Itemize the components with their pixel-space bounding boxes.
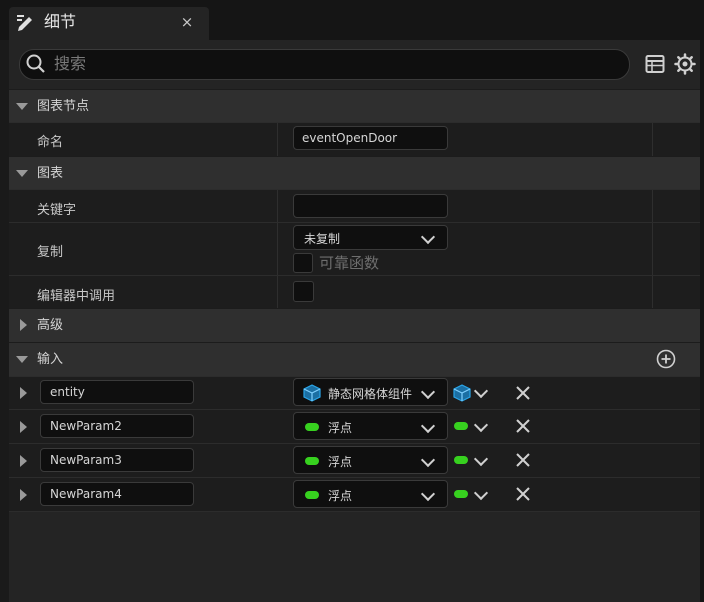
float-pill-icon: [305, 457, 319, 465]
chevron-down-icon: [420, 452, 436, 468]
chevron-down-icon: [420, 486, 436, 502]
input-name-field[interactable]: NewParam2: [40, 414, 194, 438]
collapse-arrow-icon: [16, 356, 28, 363]
input-name: NewParam2: [50, 419, 122, 433]
chevron-down-icon: [420, 229, 436, 245]
expand-arrow-icon[interactable]: [20, 387, 27, 399]
container-type-cube-icon[interactable]: [452, 383, 472, 403]
input-name-field[interactable]: NewParam3: [40, 448, 194, 472]
float-pill-icon: [305, 423, 319, 431]
search-input[interactable]: [19, 49, 630, 80]
search-placeholder: 搜索: [54, 54, 87, 73]
table-view-icon[interactable]: [645, 54, 665, 74]
float-pill-icon: [305, 491, 319, 499]
section-advanced[interactable]: 高级: [9, 308, 700, 342]
gear-icon[interactable]: [674, 53, 696, 75]
remove-input-icon[interactable]: [514, 451, 532, 469]
replicate-value: 未复制: [304, 232, 341, 246]
row-label: 命名: [37, 135, 64, 150]
keywords-field[interactable]: [293, 194, 448, 218]
input-type: 静态网格体组件: [328, 387, 413, 401]
section-inputs[interactable]: 输入: [9, 342, 700, 376]
remove-input-icon[interactable]: [514, 384, 532, 402]
collapse-arrow-icon: [16, 170, 28, 177]
section-graph[interactable]: 图表: [9, 156, 700, 190]
row-label: 复制: [37, 245, 64, 260]
remove-input-icon[interactable]: [514, 485, 532, 503]
row-label: 关键字: [37, 203, 77, 218]
section-label: 输入: [37, 352, 64, 367]
divider: [9, 511, 700, 512]
replicate-dropdown[interactable]: 未复制: [293, 225, 448, 250]
call-in-editor-checkbox[interactable]: [293, 281, 314, 302]
reliable-label: 可靠函数: [319, 254, 380, 272]
input-type-dropdown[interactable]: 静态网格体组件: [293, 378, 448, 406]
row-label: 编辑器中调用: [37, 289, 116, 304]
container-type-pill-icon[interactable]: [454, 422, 468, 430]
expand-arrow-icon[interactable]: [20, 421, 27, 433]
input-type: 浮点: [328, 489, 353, 503]
section-label: 图表: [37, 166, 64, 181]
name-value: eventOpenDoor: [302, 131, 398, 145]
expand-arrow-icon[interactable]: [20, 455, 27, 467]
section-graph-node[interactable]: 图表节点: [9, 89, 700, 123]
container-type-pill-icon[interactable]: [454, 490, 468, 498]
expand-arrow-icon[interactable]: [20, 489, 27, 501]
name-field[interactable]: eventOpenDoor: [293, 126, 448, 150]
cube-icon: [303, 384, 321, 402]
edit-icon: [17, 15, 32, 31]
chevron-down-icon: [420, 418, 436, 434]
input-type-dropdown[interactable]: 浮点: [293, 480, 448, 508]
input-type-dropdown[interactable]: 浮点: [293, 412, 448, 440]
remove-input-icon[interactable]: [514, 417, 532, 435]
expand-arrow-icon: [20, 319, 27, 331]
input-name-field[interactable]: entity: [40, 380, 194, 404]
input-name: NewParam3: [50, 453, 122, 467]
reliable-checkbox[interactable]: [293, 253, 313, 273]
left-edge: [0, 40, 9, 602]
input-type: 浮点: [328, 455, 353, 469]
tab-title: 细节: [44, 12, 77, 31]
section-label: 高级: [37, 318, 64, 333]
collapse-arrow-icon: [16, 103, 28, 110]
input-name: entity: [50, 385, 85, 399]
search-icon: [26, 54, 45, 73]
container-type-pill-icon[interactable]: [454, 456, 468, 464]
row-call-in-editor: 编辑器中调用: [9, 275, 700, 309]
input-type: 浮点: [328, 421, 353, 435]
input-type-dropdown[interactable]: 浮点: [293, 446, 448, 474]
input-name: NewParam4: [50, 487, 122, 501]
add-input-icon[interactable]: [656, 349, 676, 369]
close-icon[interactable]: ×: [179, 11, 195, 33]
chevron-down-icon: [420, 384, 436, 400]
input-name-field[interactable]: NewParam4: [40, 482, 194, 506]
section-label: 图表节点: [37, 99, 90, 114]
